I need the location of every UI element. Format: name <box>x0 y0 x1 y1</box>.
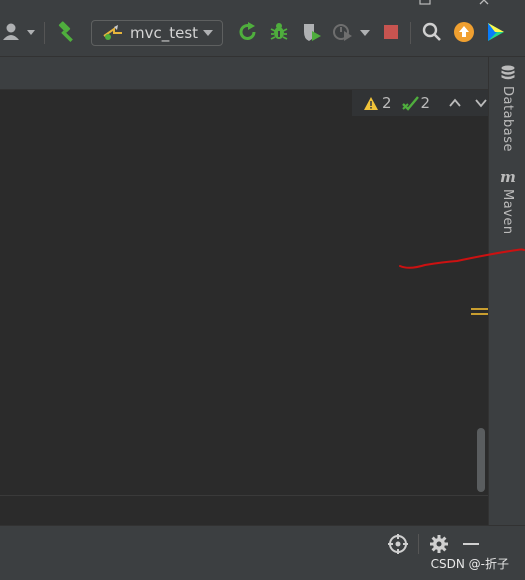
hand-drawn-annotation-line <box>399 248 525 269</box>
tool-window-database[interactable]: Database <box>489 65 525 152</box>
toolbar-separator <box>418 534 419 554</box>
title-bar <box>0 0 525 8</box>
profiler-icon <box>333 24 352 41</box>
plugin-button[interactable] <box>484 18 508 46</box>
bottom-panel <box>0 495 488 526</box>
search-icon <box>422 22 441 41</box>
profiler-button[interactable] <box>331 18 355 46</box>
chevron-up-icon[interactable] <box>448 97 462 109</box>
maven-label: Maven <box>500 189 515 235</box>
chevron-down-icon[interactable] <box>474 97 488 109</box>
gear-icon[interactable] <box>429 534 449 554</box>
database-label: Database <box>500 86 515 153</box>
toolbar-separator <box>44 22 45 44</box>
database-icon <box>501 65 514 80</box>
coverage-icon <box>304 24 321 41</box>
editor-tab-strip <box>0 57 488 90</box>
maven-icon: m <box>500 169 516 185</box>
run-config-label: mvc_test <box>130 24 199 42</box>
svg-text:m: m <box>500 169 516 185</box>
window-restore-icon[interactable] <box>419 0 433 6</box>
debug-button[interactable] <box>267 18 291 46</box>
code-editor[interactable] <box>0 90 488 495</box>
stop-button[interactable] <box>380 18 402 46</box>
rerun-icon <box>239 22 256 40</box>
main-toolbar: mvc_test <box>0 8 525 57</box>
rerun-button[interactable] <box>236 18 260 46</box>
inspection-widget[interactable]: 2 2 <box>352 90 488 116</box>
tool-window-maven[interactable]: m Maven <box>489 169 525 235</box>
check-icon <box>401 96 419 111</box>
chevron-down-icon <box>360 30 370 36</box>
user-button[interactable] <box>2 18 38 46</box>
warning-icon <box>364 96 378 110</box>
coverage-button[interactable] <box>300 18 324 46</box>
minimize-icon[interactable] <box>463 543 479 545</box>
stop-icon <box>384 25 398 39</box>
close-icon[interactable] <box>478 0 492 6</box>
watermark-text: CSDN @-折子 <box>430 557 509 571</box>
run-config-selector[interactable]: mvc_test <box>91 20 223 46</box>
run-config-icon <box>103 25 122 40</box>
warnings-count: 2 <box>381 94 392 112</box>
right-tool-strip: Database m Maven <box>488 57 525 525</box>
search-button[interactable] <box>420 18 444 46</box>
weak-warnings-count: 2 <box>420 94 431 112</box>
update-icon <box>454 22 474 42</box>
toolbar-separator <box>410 22 411 44</box>
scrollbar-thumb[interactable] <box>477 428 485 492</box>
plugin-icon <box>488 23 504 41</box>
chevron-down-icon <box>203 30 213 36</box>
build-button[interactable] <box>54 18 80 46</box>
user-icon <box>3 23 35 40</box>
update-button[interactable] <box>452 18 476 46</box>
debug-icon <box>270 23 288 40</box>
build-hammer-icon <box>58 21 73 43</box>
run-options-dropdown[interactable] <box>357 18 373 46</box>
target-icon[interactable] <box>388 534 408 554</box>
